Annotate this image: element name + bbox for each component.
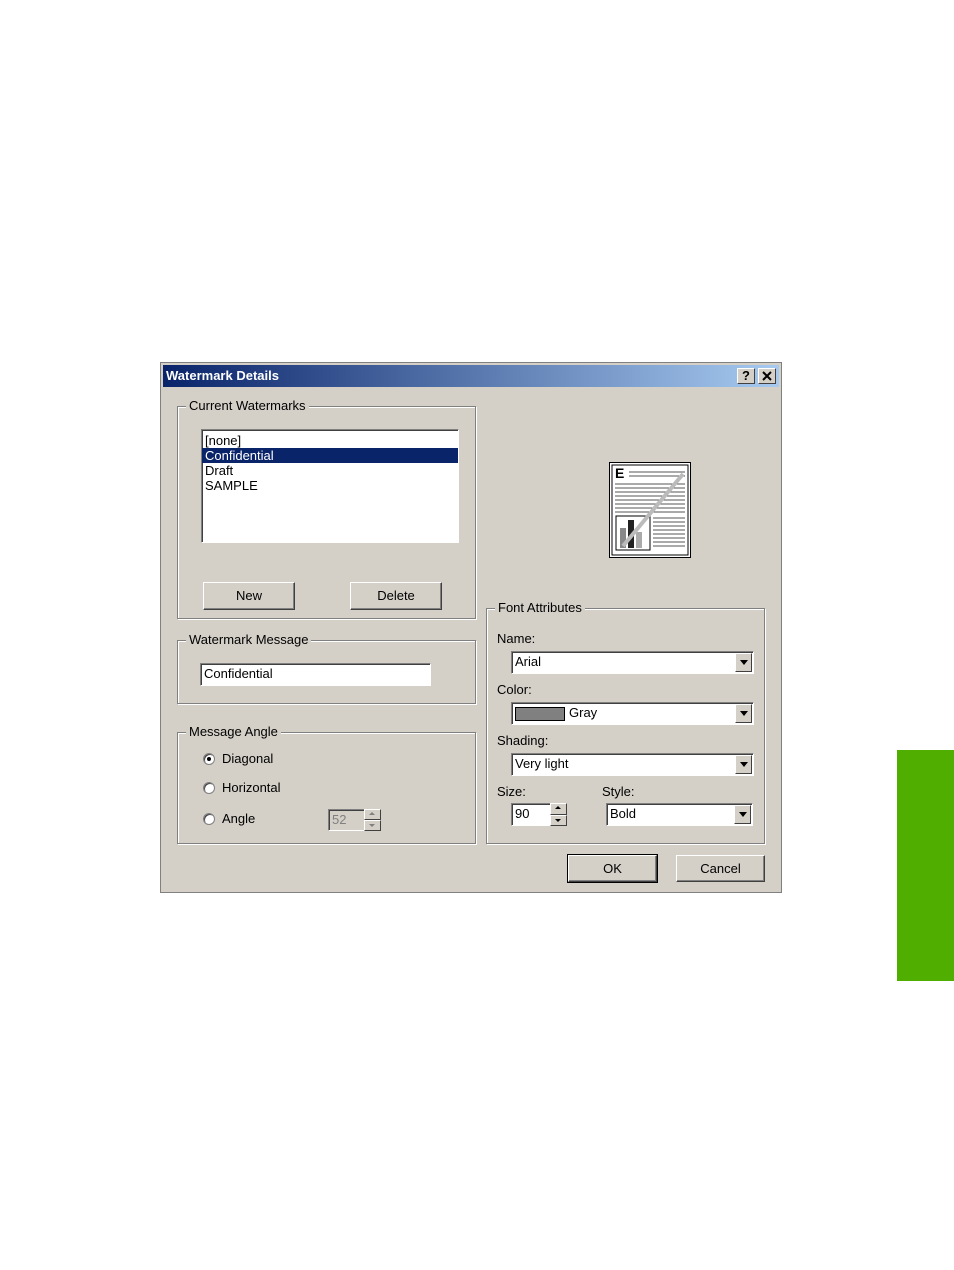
chevron-down-icon[interactable]	[735, 704, 752, 723]
radio-horizontal[interactable]	[203, 782, 215, 794]
watermark-message-input[interactable]: Confidential	[200, 663, 431, 686]
preview-letter: E	[615, 465, 624, 481]
current-watermarks-label: Current Watermarks	[186, 398, 309, 414]
angle-label: Angle	[222, 811, 256, 826]
title-bar: Watermark Details ?	[163, 365, 779, 387]
side-tab	[897, 750, 954, 981]
radio-angle[interactable]	[203, 813, 215, 825]
list-item[interactable]: [none]	[202, 433, 458, 448]
color-value: Gray	[569, 705, 598, 720]
font-attributes-label: Font Attributes	[495, 600, 585, 616]
watermark-message-label: Watermark Message	[186, 632, 312, 648]
watermark-list[interactable]: [none] Confidential Draft SAMPLE	[201, 429, 459, 543]
color-select[interactable]: Gray	[511, 702, 754, 725]
page-preview-icon: E	[609, 462, 691, 558]
shading-value: Very light	[515, 756, 569, 771]
current-watermarks-group: Current Watermarks [none] Confidential D…	[177, 398, 476, 619]
message-angle-label: Message Angle	[186, 724, 281, 740]
message-angle-group: Message Angle Diagonal Horizontal Angle …	[177, 724, 476, 844]
chevron-down-icon[interactable]	[734, 805, 751, 824]
delete-button[interactable]: Delete	[350, 582, 442, 610]
style-select[interactable]: Bold	[606, 803, 753, 826]
size-spinner[interactable]	[550, 803, 567, 826]
list-item[interactable]: Draft	[202, 463, 458, 478]
dialog-title: Watermark Details	[166, 368, 279, 383]
spin-up-icon[interactable]	[550, 803, 567, 815]
help-button[interactable]: ?	[737, 368, 755, 384]
horizontal-label: Horizontal	[222, 780, 281, 795]
size-input[interactable]: 90	[511, 803, 551, 826]
color-swatch	[515, 707, 565, 721]
size-label: Size:	[497, 784, 526, 799]
font-name-label: Name:	[497, 631, 536, 646]
font-attributes-group: Font Attributes Name: Arial Color: Gray …	[486, 600, 765, 844]
angle-value: 52	[332, 812, 347, 827]
new-button[interactable]: New	[203, 582, 295, 610]
font-name-select[interactable]: Arial	[511, 651, 754, 674]
radio-diagonal[interactable]	[203, 753, 215, 765]
spin-down-icon[interactable]	[364, 820, 381, 831]
shading-select[interactable]: Very light	[511, 753, 754, 776]
spin-up-icon[interactable]	[364, 809, 381, 820]
angle-spinner[interactable]	[364, 809, 381, 831]
close-button[interactable]	[758, 368, 776, 384]
watermark-details-dialog: Watermark Details ? Current Watermarks […	[160, 362, 782, 893]
angle-input[interactable]: 52	[328, 809, 365, 831]
watermark-message-value: Confidential	[204, 666, 273, 681]
chevron-down-icon[interactable]	[735, 755, 752, 774]
style-value: Bold	[610, 806, 637, 821]
size-value: 90	[515, 806, 530, 821]
diagonal-label: Diagonal	[222, 751, 274, 766]
color-label: Color:	[497, 682, 532, 697]
close-icon	[762, 371, 772, 381]
list-item-selected[interactable]: Confidential	[202, 448, 458, 463]
style-label: Style:	[602, 784, 635, 799]
cancel-button[interactable]: Cancel	[676, 855, 765, 882]
chevron-down-icon[interactable]	[735, 653, 752, 672]
font-name-value: Arial	[515, 654, 542, 669]
shading-label: Shading:	[497, 733, 549, 748]
watermark-message-group: Watermark Message Confidential	[177, 632, 476, 704]
list-item[interactable]: SAMPLE	[202, 478, 458, 493]
ok-button[interactable]: OK	[567, 854, 658, 883]
spin-down-icon[interactable]	[550, 814, 567, 826]
